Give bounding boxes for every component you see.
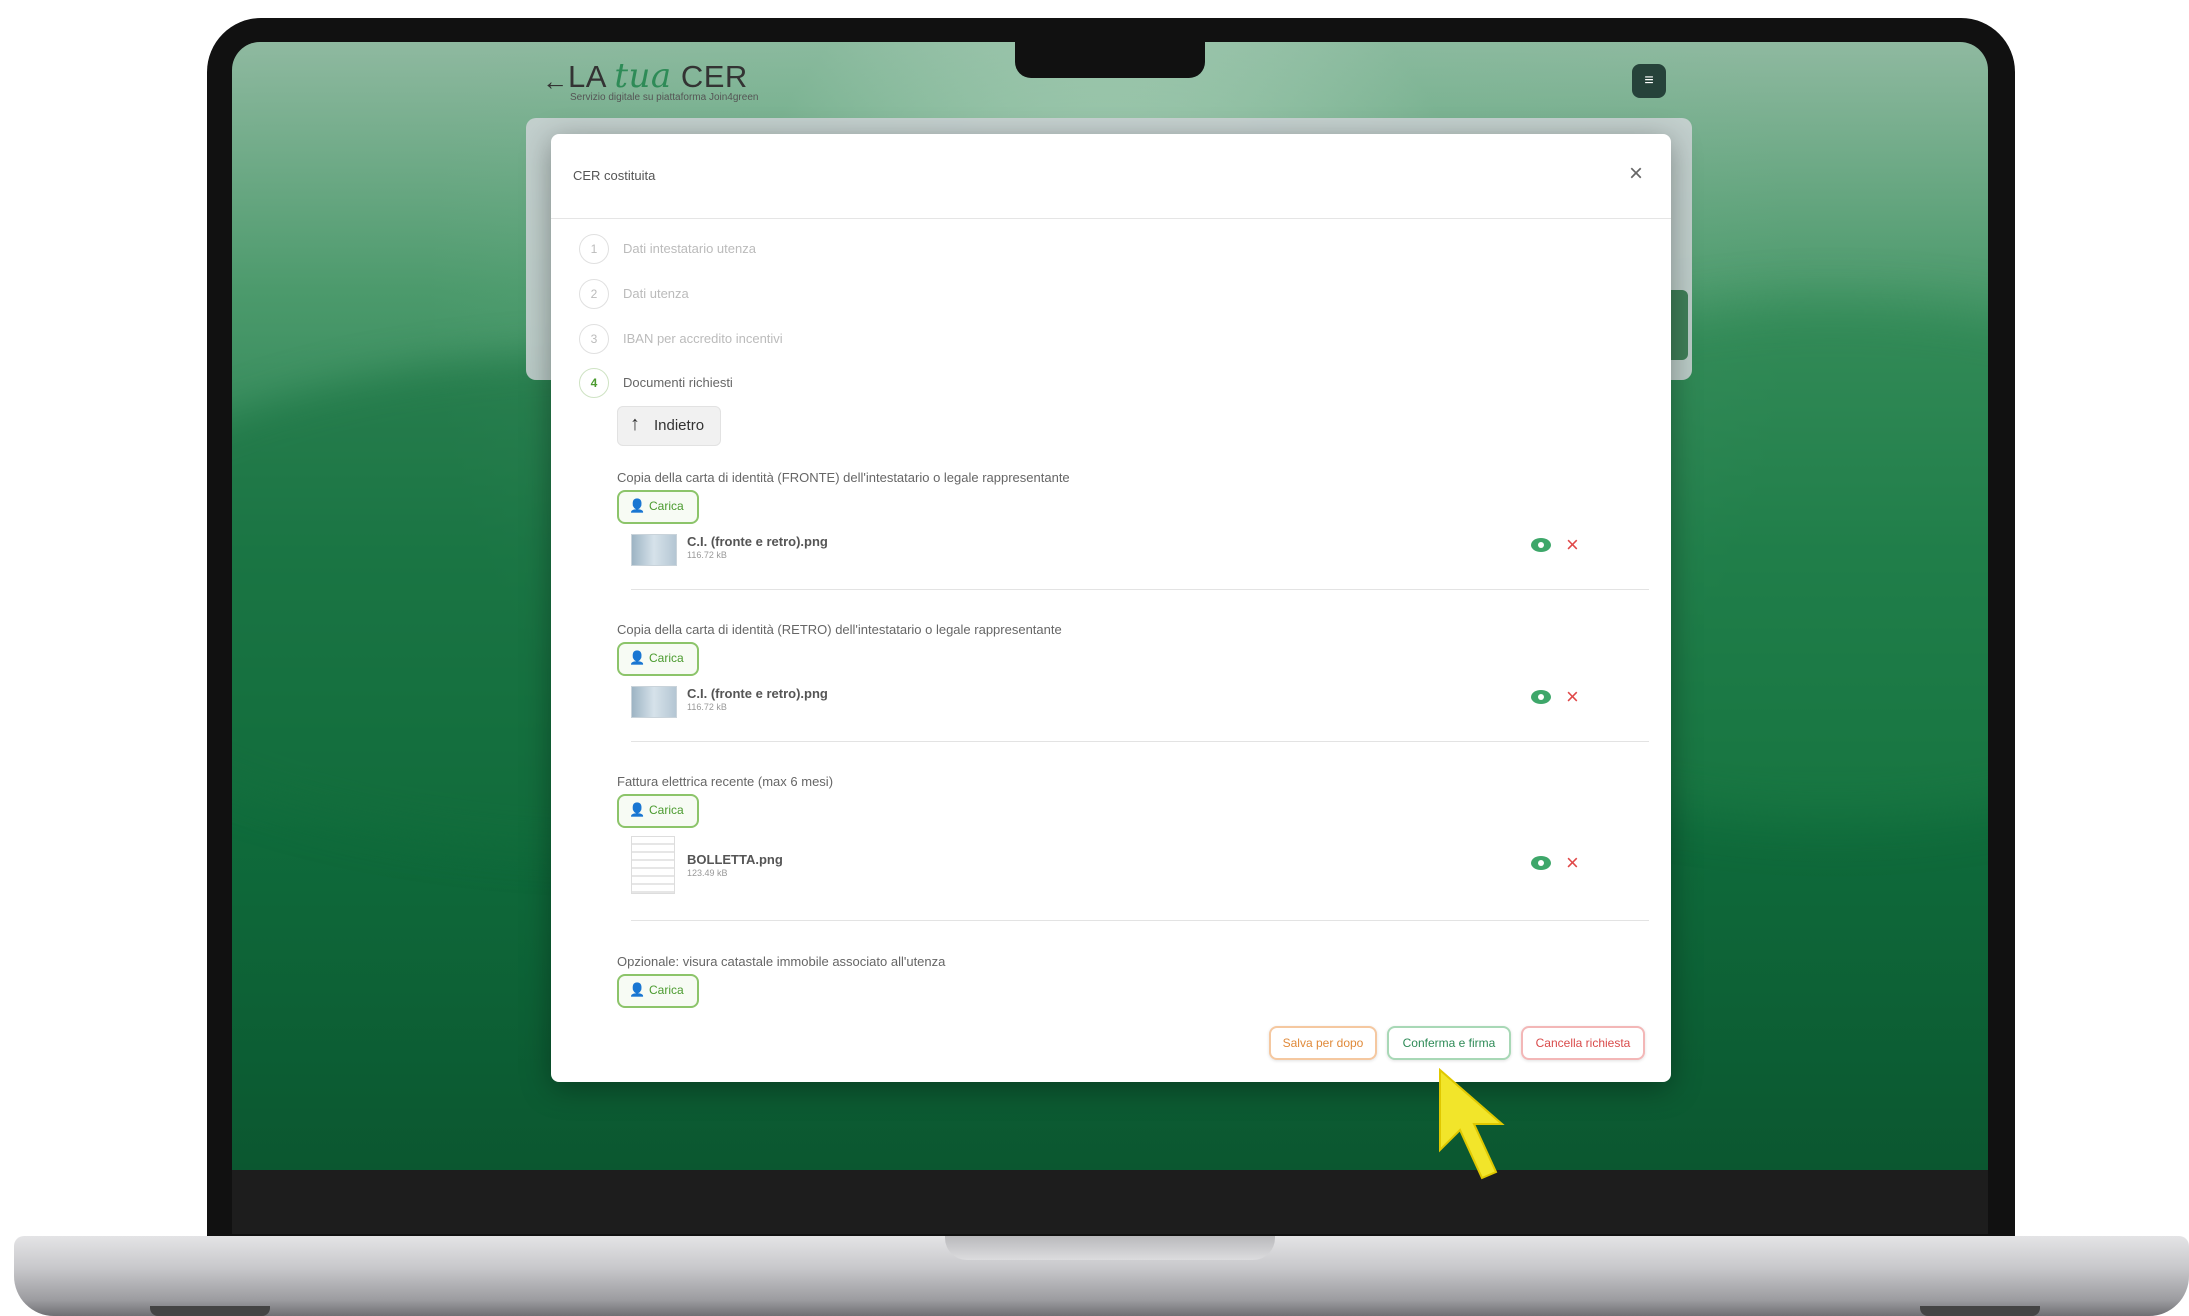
cer-modal: CER costituita × 1 Dati intestatario ute… (551, 134, 1671, 1082)
document-title: Copia della carta di identità (RETRO) de… (617, 622, 1062, 637)
file-name: C.I. (fronte e retro).png (687, 686, 828, 701)
file-thumbnail[interactable] (631, 534, 677, 566)
laptop-base-notch (945, 1236, 1275, 1260)
document-title: Fattura elettrica recente (max 6 mesi) (617, 774, 834, 789)
modal-title: CER costituita (573, 168, 656, 183)
file-row: C.I. (fronte e retro).png 116.72 kB × (631, 532, 1635, 572)
remove-icon[interactable]: × (1566, 684, 1579, 710)
document-title: Opzionale: visura catastale immobile ass… (617, 954, 946, 969)
save-for-later-button[interactable]: Salva per dopo (1269, 1026, 1377, 1060)
view-eye-icon[interactable] (1531, 538, 1551, 552)
remove-icon[interactable]: × (1566, 850, 1579, 876)
divider (631, 920, 1649, 921)
step-number: 2 (579, 279, 609, 309)
user-upload-icon: 👤 (629, 982, 646, 997)
file-size: 116.72 kB (687, 550, 727, 560)
back-button[interactable]: ↑ Indietro (617, 406, 721, 446)
file-name: C.I. (fronte e retro).png (687, 534, 828, 549)
arrow-up-icon: ↑ (630, 413, 640, 435)
file-size: 116.72 kB (687, 702, 727, 712)
step-label: IBAN per accredito incentivi (623, 331, 783, 346)
back-arrow-icon[interactable]: ← (542, 66, 568, 97)
divider (631, 589, 1649, 590)
step-number: 1 (579, 234, 609, 264)
file-thumbnail[interactable] (631, 686, 677, 718)
user-upload-icon: 👤 (629, 802, 646, 817)
mouse-cursor-icon (1439, 1068, 1505, 1180)
step-label: Documenti richiesti (623, 375, 733, 390)
upload-button[interactable]: 👤 Carica (617, 794, 699, 828)
user-upload-icon: 👤 (629, 498, 646, 513)
close-icon[interactable]: × (1629, 160, 1643, 188)
modal-header: CER costituita × (551, 134, 1671, 219)
file-row: BOLLETTA.png 123.49 kB × (631, 836, 1635, 894)
file-thumbnail[interactable] (631, 836, 675, 894)
step-label: Dati intestatario utenza (623, 241, 756, 256)
app-logo: LA tua CER (568, 56, 748, 96)
confirm-and-sign-button[interactable]: Conferma e firma (1387, 1026, 1511, 1060)
file-row: C.I. (fronte e retro).png 116.72 kB × (631, 684, 1635, 724)
cancel-request-button[interactable]: Cancella richiesta (1521, 1026, 1645, 1060)
step-label: Dati utenza (623, 286, 689, 301)
screen-bezel-bottom (232, 1170, 1988, 1234)
step-number: 3 (579, 324, 609, 354)
file-size: 123.49 kB (687, 868, 728, 878)
upload-button[interactable]: 👤 Carica (617, 490, 699, 524)
divider (631, 741, 1649, 742)
upload-button[interactable]: 👤 Carica (617, 974, 699, 1008)
user-upload-icon: 👤 (629, 650, 646, 665)
file-name: BOLLETTA.png (687, 852, 783, 867)
upload-button[interactable]: 👤 Carica (617, 642, 699, 676)
logo-subtitle: Servizio digitale su piattaforma Join4gr… (570, 92, 759, 103)
document-title: Copia della carta di identità (FRONTE) d… (617, 470, 1070, 485)
step-number: 4 (579, 368, 609, 398)
view-eye-icon[interactable] (1531, 690, 1551, 704)
view-eye-icon[interactable] (1531, 856, 1551, 870)
camera-notch (1015, 42, 1205, 78)
remove-icon[interactable]: × (1566, 532, 1579, 558)
menu-icon[interactable]: ≡ (1632, 64, 1666, 98)
